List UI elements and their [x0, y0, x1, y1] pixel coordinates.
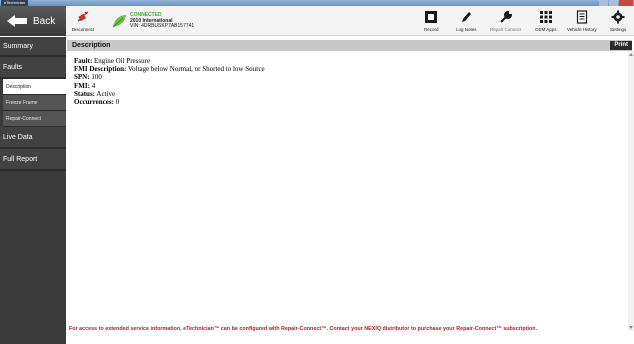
page-title: Description — [72, 42, 111, 49]
fmi-description-row: FMI Description: Voltage below Normal, o… — [74, 65, 594, 73]
vehicle-vin: VIN: 4DRBUSKP7AB157741 — [130, 23, 195, 29]
sidebar-subitem-label: Description — [6, 83, 32, 90]
fmi-description-label: FMI Description: — [74, 65, 127, 74]
fmi-row: FMI: 4 — [74, 82, 594, 90]
fault-row: Fault: Engine Oil Pressure — [74, 57, 594, 65]
description-header: Description Print — [67, 40, 632, 51]
record-icon — [424, 10, 438, 24]
fmi-value: 4 — [91, 81, 96, 90]
settings-label: Settings — [610, 27, 627, 32]
occurrences-row: Occurrences: 0 — [74, 98, 594, 106]
log-notes-button[interactable]: Log Notes — [456, 8, 477, 36]
spn-label: SPN: — [74, 73, 90, 82]
sidebar-item-label: Summary — [3, 42, 33, 50]
disconnect-label: Disconnect — [72, 27, 95, 32]
sidebar-item-label: Live Data — [3, 133, 33, 141]
disconnect-plug-icon — [76, 10, 90, 24]
grid-icon — [539, 10, 553, 24]
fmi-description-value: Voltage below Normal, or Shorted to low … — [127, 65, 265, 74]
spn-row: SPN: 100 — [74, 73, 594, 81]
sidebar-subitem-label: Repair-Connect — [6, 115, 42, 122]
main-panel: Description Print Fault: Engine Oil Pres… — [67, 37, 634, 344]
status-label: Status: — [74, 89, 96, 98]
sidebar-nav: Summary Faults Description Freeze Frame … — [0, 37, 66, 344]
vehicle-history-label: Vehicle History — [567, 27, 597, 32]
spn-value: 100 — [91, 73, 102, 82]
occurrences-value: 0 — [115, 98, 120, 107]
connected-leaf-icon — [112, 15, 126, 28]
sidebar-subitem-freeze-frame[interactable]: Freeze Frame — [3, 95, 66, 111]
fault-value: Engine Oil Pressure — [94, 57, 151, 65]
scroll-up-icon[interactable] — [629, 53, 633, 56]
back-arrow-icon — [7, 15, 27, 27]
fmi-label: FMI: — [74, 81, 90, 90]
fault-label: Fault: — [74, 57, 93, 65]
sidebar-subitem-label: Freeze Frame — [6, 99, 38, 106]
sidebar-item-summary[interactable]: Summary — [0, 37, 66, 57]
record-button[interactable]: Record — [424, 8, 439, 36]
print-button[interactable]: Print — [610, 41, 632, 50]
sidebar-subitem-repair-connect[interactable]: Repair-Connect — [3, 111, 66, 127]
scroll-down-icon[interactable] — [629, 326, 633, 329]
log-notes-label: Log Notes — [456, 27, 477, 32]
settings-button[interactable]: Settings — [610, 8, 626, 36]
vertical-scrollbar[interactable] — [628, 51, 634, 331]
back-button[interactable]: Back — [0, 6, 66, 36]
top-toolbar: Back Disconnect CONNECTED 2010 Internati… — [0, 6, 634, 36]
pencil-icon — [459, 10, 473, 24]
sidebar-item-label: Faults — [3, 63, 23, 71]
status-row: Status: Active — [74, 90, 594, 98]
disconnect-button[interactable]: Disconnect — [72, 8, 94, 36]
status-value: Active — [96, 89, 116, 98]
vehicle-history-button[interactable]: Vehicle History — [567, 8, 597, 36]
gear-icon — [611, 10, 625, 24]
record-label: Record — [424, 27, 439, 32]
connection-info: CONNECTED 2010 International VIN: 4DRBUS… — [130, 12, 195, 30]
sidebar-item-live-data[interactable]: Live Data — [0, 127, 66, 149]
fault-details: Fault: Engine Oil Pressure FMI Descripti… — [74, 57, 594, 106]
oem-apps-label: OEM Apps — [535, 27, 557, 32]
wrench-icon — [499, 10, 513, 24]
sidebar-item-faults[interactable]: Faults — [0, 57, 66, 79]
repair-connect-button[interactable]: Repair Connect — [490, 8, 521, 36]
occurrences-label: Occurrences: — [74, 98, 114, 107]
sidebar-item-full-report[interactable]: Full Report — [0, 149, 66, 171]
sidebar-subitem-description[interactable]: Description — [3, 79, 66, 95]
back-button-label: Back — [33, 15, 56, 27]
repair-connect-label: Repair Connect — [490, 27, 522, 32]
repair-connect-notice: For access to extended service informati… — [69, 326, 538, 332]
oem-apps-button[interactable]: OEM Apps — [535, 8, 557, 36]
sidebar-item-label: Full Report — [3, 155, 38, 163]
document-icon — [575, 10, 589, 24]
